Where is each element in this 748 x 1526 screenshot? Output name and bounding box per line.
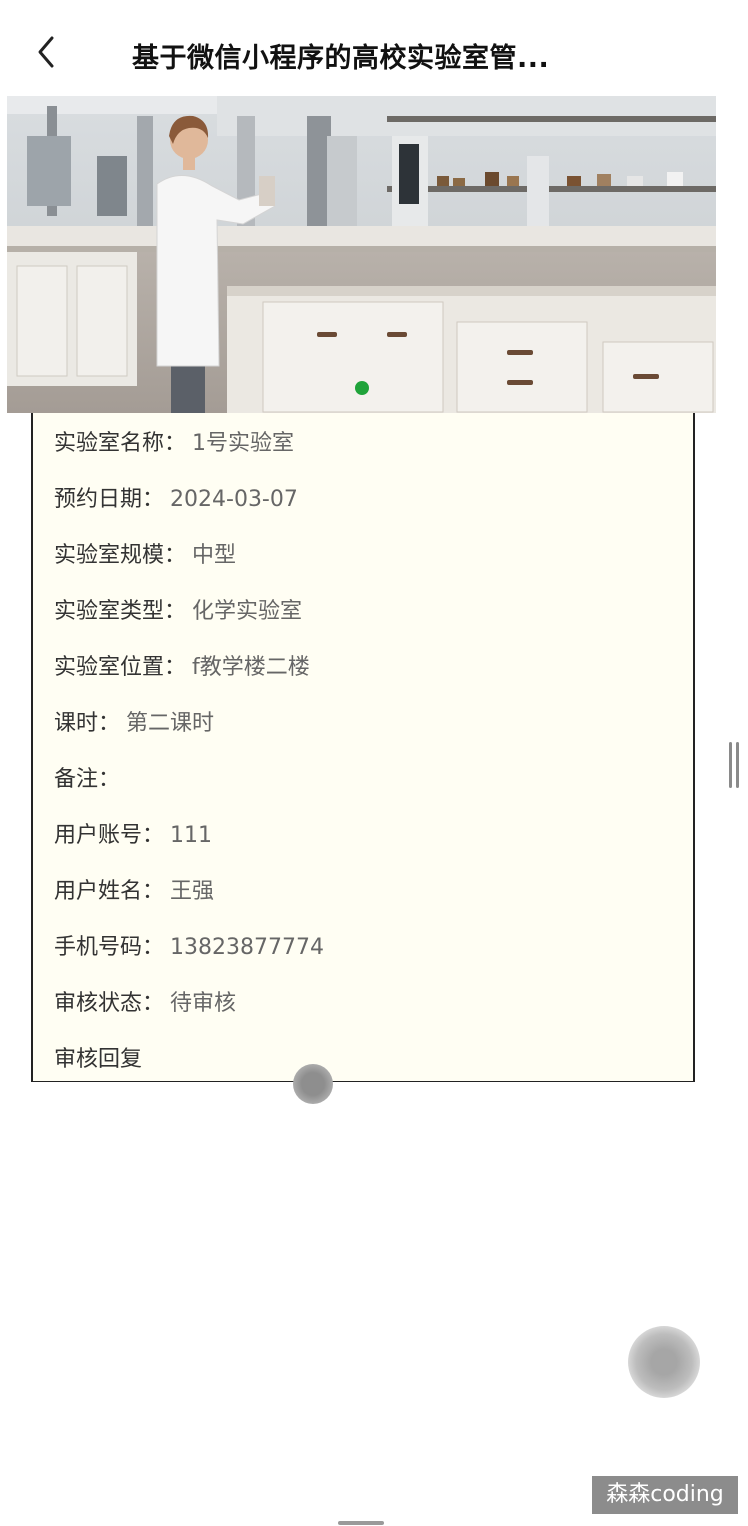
- detail-value: 1号实验室: [192, 431, 295, 456]
- scroll-handle-bar: [729, 742, 732, 788]
- page-title: 基于微信小程序的高校实验室管...: [132, 43, 550, 74]
- watermark: 森森coding: [592, 1476, 738, 1514]
- detail-label: 实验室位置：: [54, 655, 187, 680]
- detail-value: 中型: [192, 543, 237, 568]
- detail-row-class-period: 课时： 第二课时: [54, 705, 214, 737]
- detail-value: 13823877774: [170, 935, 324, 960]
- detail-row-lab-name: 实验室名称： 1号实验室: [54, 425, 294, 457]
- detail-row-lab-type: 实验室类型： 化学实验室: [54, 593, 302, 625]
- detail-value: 王强: [170, 879, 215, 904]
- detail-row-phone-number: 手机号码： 13823877774: [54, 929, 324, 961]
- detail-label: 实验室规模：: [54, 543, 187, 568]
- detail-row-lab-scale: 实验室规模： 中型: [54, 537, 236, 569]
- detail-row-remarks: 备注：: [54, 761, 126, 793]
- touch-indicator-dot: [293, 1064, 333, 1104]
- scroll-handle[interactable]: [728, 742, 740, 788]
- detail-row-reservation-date: 预约日期： 2024-03-07: [54, 481, 298, 513]
- detail-label: 预约日期：: [54, 487, 165, 512]
- detail-label: 课时：: [54, 711, 121, 736]
- detail-value: 111: [170, 823, 213, 848]
- detail-row-user-account: 用户账号： 111: [54, 817, 212, 849]
- detail-row-review-status: 审核状态： 待审核: [54, 985, 236, 1017]
- detail-row-review-reply: 审核回复: [54, 1041, 148, 1073]
- detail-row-user-name: 用户姓名： 王强: [54, 873, 214, 905]
- detail-label: 用户账号：: [54, 823, 165, 848]
- page: 基于微信小程序的高校实验室管... 实验室名称： 1号实验室 预约日期： 202…: [0, 0, 748, 1526]
- detail-value: f教学楼二楼: [192, 655, 310, 680]
- detail-value: 化学实验室: [192, 599, 303, 624]
- detail-label: 审核回复: [54, 1047, 143, 1072]
- scroll-handle-bar: [736, 742, 739, 788]
- detail-row-lab-location: 实验室位置： f教学楼二楼: [54, 649, 310, 681]
- home-indicator: [338, 1521, 384, 1525]
- chevron-left-icon: [38, 36, 54, 68]
- detail-value: 待审核: [170, 991, 237, 1016]
- detail-label: 备注：: [54, 767, 121, 792]
- detail-label: 审核状态：: [54, 991, 165, 1016]
- laboratory-photo: [7, 96, 716, 413]
- detail-label: 用户姓名：: [54, 879, 165, 904]
- reservation-detail-card: 实验室名称： 1号实验室 预约日期： 2024-03-07 实验室规模： 中型 实验室…: [31, 413, 695, 1082]
- detail-label: 实验室类型：: [54, 599, 187, 624]
- back-button[interactable]: [28, 32, 68, 72]
- navigation-bar: 基于微信小程序的高校实验室管...: [6, 14, 730, 94]
- floating-action-button[interactable]: [628, 1326, 700, 1398]
- detail-label: 手机号码：: [54, 935, 165, 960]
- detail-value: 2024-03-07: [170, 487, 298, 512]
- detail-value: 第二课时: [126, 711, 215, 736]
- detail-label: 实验室名称：: [54, 431, 187, 456]
